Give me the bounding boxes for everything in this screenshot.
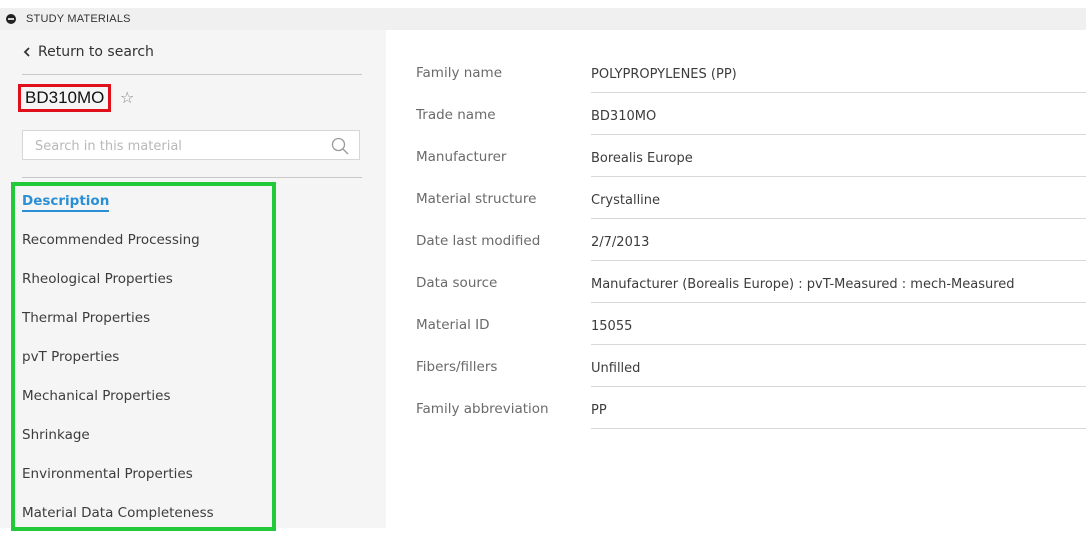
- nav-item-material-data-completeness[interactable]: Material Data Completeness: [15, 498, 272, 537]
- detail-value: Unfilled: [591, 361, 1086, 387]
- detail-label: Material structure: [416, 191, 537, 207]
- detail-value: Crystalline: [591, 193, 1086, 219]
- return-to-search-label: Return to search: [38, 44, 154, 60]
- detail-value: Borealis Europe: [591, 151, 1086, 177]
- nav-item-rheological-properties[interactable]: Rheological Properties: [15, 264, 272, 303]
- detail-value: PP: [591, 403, 1086, 429]
- detail-value: 2/7/2013: [591, 235, 1086, 261]
- detail-row-family-name: Family name POLYPROPYLENES (PP): [416, 50, 1086, 93]
- material-name: BD310MO: [18, 84, 112, 112]
- detail-label: Fibers/fillers: [416, 359, 498, 375]
- detail-row-family-abbreviation: Family abbreviation PP: [416, 386, 1086, 429]
- search-icon[interactable]: [331, 137, 349, 155]
- detail-row-date-last-modified: Date last modified 2/7/2013: [416, 218, 1086, 261]
- divider: [22, 177, 362, 178]
- nav-item-thermal-properties[interactable]: Thermal Properties: [15, 303, 272, 342]
- nav-item-label: Material Data Completeness: [22, 505, 214, 521]
- detail-row-manufacturer: Manufacturer Borealis Europe: [416, 134, 1086, 177]
- nav-item-label: Environmental Properties: [22, 466, 193, 482]
- detail-value: Manufacturer (Borealis Europe) : pvT-Mea…: [591, 277, 1086, 303]
- detail-row-fibers-fillers: Fibers/fillers Unfilled: [416, 344, 1086, 387]
- detail-label: Family name: [416, 65, 503, 81]
- nav-item-pvt-properties[interactable]: pvT Properties: [15, 342, 272, 381]
- nav-item-label: Thermal Properties: [22, 310, 151, 326]
- detail-value: 15055: [591, 319, 1086, 345]
- nav-item-description[interactable]: Description: [15, 186, 272, 225]
- detail-value: POLYPROPYLENES (PP): [591, 67, 1086, 93]
- divider: [22, 74, 362, 75]
- section-nav: Description Recommended Processing Rheol…: [11, 182, 276, 531]
- nav-item-mechanical-properties[interactable]: Mechanical Properties: [15, 381, 272, 420]
- material-details: Family name POLYPROPYLENES (PP) Trade na…: [416, 50, 1086, 429]
- nav-item-shrinkage[interactable]: Shrinkage: [15, 420, 272, 459]
- detail-row-material-id: Material ID 15055: [416, 302, 1086, 345]
- star-outline-icon[interactable]: ☆: [120, 88, 134, 107]
- return-to-search-link[interactable]: Return to search: [22, 44, 154, 60]
- detail-row-material-structure: Material structure Crystalline: [416, 176, 1086, 219]
- detail-value: BD310MO: [591, 109, 1086, 135]
- nav-item-label: Shrinkage: [22, 427, 90, 443]
- detail-label: Manufacturer: [416, 149, 507, 165]
- nav-item-label: pvT Properties: [22, 349, 120, 365]
- nav-item-label: Mechanical Properties: [22, 388, 171, 404]
- study-materials-header: STUDY MATERIALS: [0, 8, 1086, 30]
- material-sidebar: Return to search BD310MO ☆ Description R…: [0, 30, 386, 531]
- nav-item-label: Rheological Properties: [22, 271, 173, 287]
- detail-row-trade-name: Trade name BD310MO: [416, 92, 1086, 135]
- detail-row-data-source: Data source Manufacturer (Borealis Europ…: [416, 260, 1086, 303]
- detail-label: Family abbreviation: [416, 401, 549, 417]
- nav-item-environmental-properties[interactable]: Environmental Properties: [15, 459, 272, 498]
- nav-item-recommended-processing[interactable]: Recommended Processing: [15, 225, 272, 264]
- minus-circle-icon[interactable]: [6, 14, 16, 24]
- detail-label: Date last modified: [416, 233, 541, 249]
- nav-item-label: Recommended Processing: [22, 232, 200, 248]
- material-search-input[interactable]: [23, 131, 317, 161]
- detail-label: Data source: [416, 275, 498, 291]
- detail-label: Material ID: [416, 317, 490, 333]
- chevron-left-icon: [23, 47, 30, 57]
- nav-item-label: Description: [22, 193, 110, 212]
- detail-label: Trade name: [416, 107, 496, 123]
- material-search-box: [22, 130, 360, 161]
- header-title: STUDY MATERIALS: [26, 13, 131, 25]
